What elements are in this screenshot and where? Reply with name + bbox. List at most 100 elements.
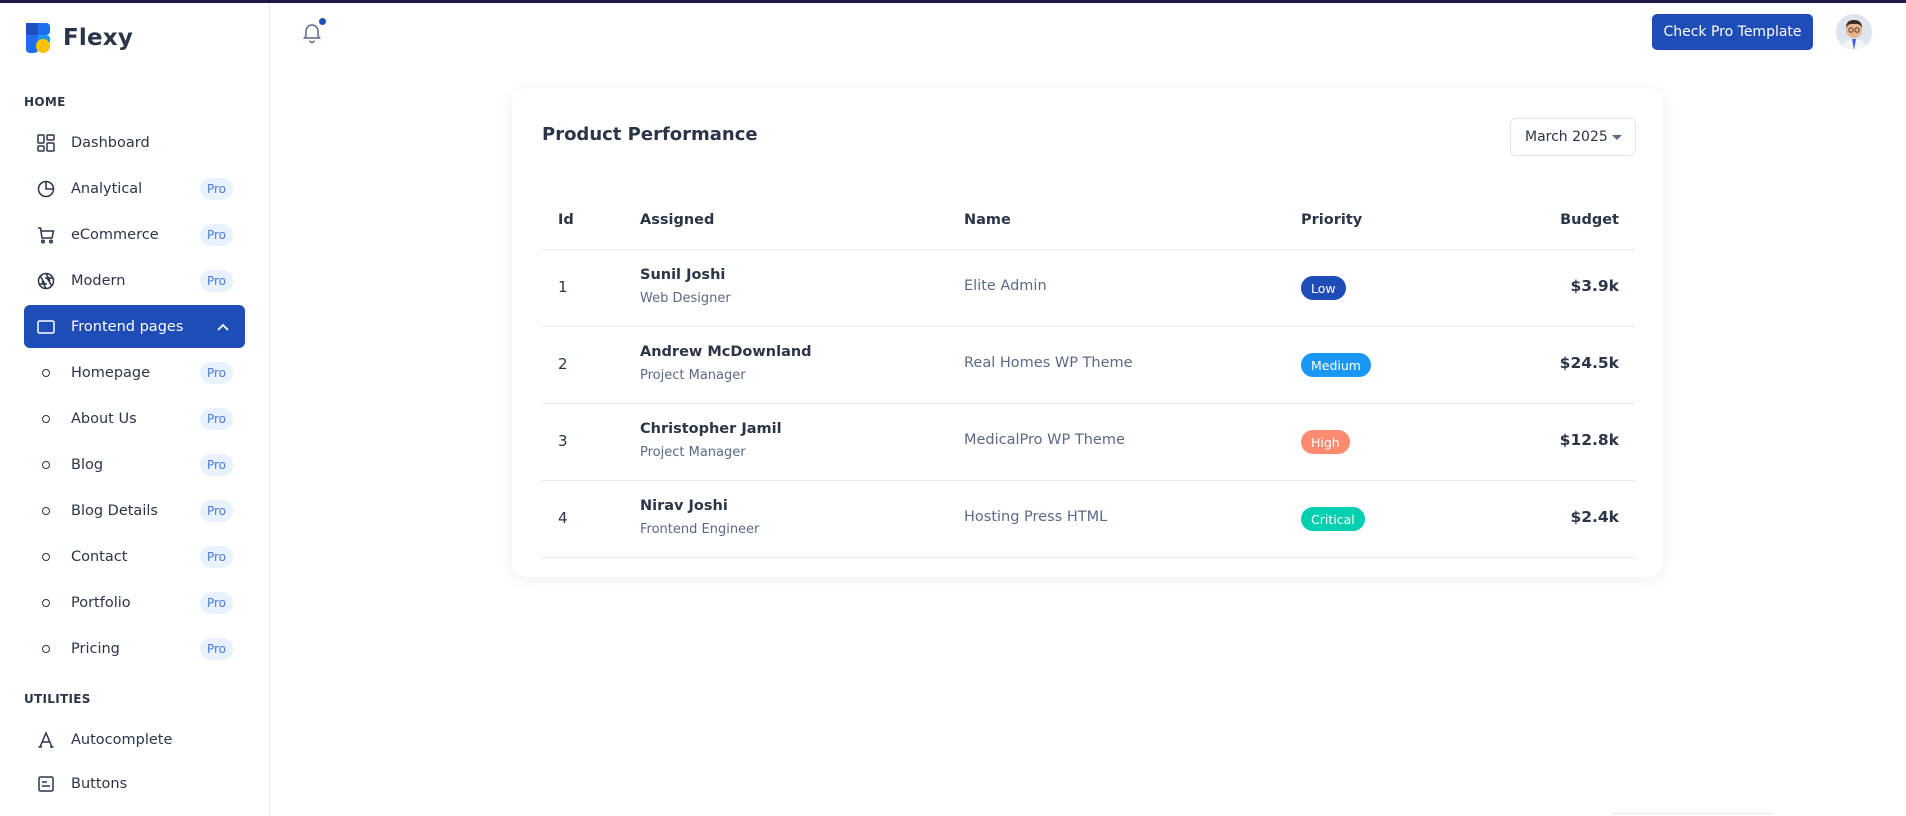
notification-dot bbox=[319, 18, 326, 25]
priority-badge: Medium bbox=[1301, 353, 1371, 377]
pro-badge: Pro bbox=[199, 407, 233, 430]
row-id: 1 bbox=[558, 278, 568, 296]
pro-badge: Pro bbox=[199, 499, 233, 522]
assignee-role: Web Designer bbox=[640, 291, 731, 306]
assignee-name: Nirav Joshi bbox=[640, 498, 728, 514]
assignee-name: Sunil Joshi bbox=[640, 267, 726, 283]
pro-badge: Pro bbox=[199, 591, 233, 614]
dashboard-icon bbox=[36, 133, 56, 153]
pro-badge: Pro bbox=[199, 177, 233, 200]
sidebar-item-label: Frontend pages bbox=[71, 318, 184, 335]
table-row: 1 Sunil Joshi Web Designer Elite Admin L… bbox=[542, 250, 1635, 327]
priority-badge: High bbox=[1301, 430, 1350, 454]
top-border bbox=[0, 0, 1906, 3]
sidebar-item-label: Blog Details bbox=[71, 502, 158, 519]
sidebar-item-ecommerce[interactable]: eCommerce Pro bbox=[24, 213, 245, 256]
month-select-value: March 2025 bbox=[1525, 129, 1608, 145]
circle-dot-icon bbox=[42, 506, 50, 515]
row-id: 3 bbox=[558, 432, 568, 450]
budget-value: $2.4k bbox=[1570, 508, 1619, 526]
aperture-icon bbox=[36, 271, 56, 291]
pro-badge: Pro bbox=[199, 637, 233, 660]
sidebar-item-pricing[interactable]: Pricing Pro bbox=[24, 627, 245, 670]
card-title: Product Performance bbox=[542, 124, 758, 145]
pro-badge: Pro bbox=[199, 545, 233, 568]
app-window-icon bbox=[36, 317, 56, 337]
caret-down-icon bbox=[1612, 135, 1622, 140]
sidebar-item-label: Dashboard bbox=[71, 134, 150, 151]
check-pro-template-button[interactable]: Check Pro Template bbox=[1652, 14, 1813, 50]
sidebar-item-analytical[interactable]: Analytical Pro bbox=[24, 167, 245, 210]
product-name: MedicalPro WP Theme bbox=[964, 432, 1125, 448]
circle-dot-icon bbox=[42, 552, 50, 561]
pro-badge: Pro bbox=[199, 453, 233, 476]
assignee-role: Frontend Engineer bbox=[640, 522, 760, 537]
month-select[interactable]: March 2025 bbox=[1510, 118, 1636, 156]
assignee-role: Project Manager bbox=[640, 445, 746, 460]
row-id: 4 bbox=[558, 509, 568, 527]
sidebar-item-label: Blog bbox=[71, 456, 104, 473]
sidebar-item-homepage[interactable]: Homepage Pro bbox=[24, 351, 245, 394]
table-header: Id Assigned Name Priority Budget bbox=[542, 212, 1635, 250]
column-header-name: Name bbox=[964, 212, 1011, 228]
circle-dot-icon bbox=[42, 414, 50, 423]
table-row: 2 Andrew McDownland Project Manager Real… bbox=[542, 327, 1635, 404]
circle-dot-icon bbox=[42, 368, 50, 377]
column-header-priority: Priority bbox=[1301, 212, 1363, 228]
pro-badge: Pro bbox=[199, 361, 233, 384]
sidebar-item-blog[interactable]: Blog Pro bbox=[24, 443, 245, 486]
chevron-up-icon[interactable] bbox=[217, 323, 229, 331]
pro-badge: Pro bbox=[199, 269, 233, 292]
sidebar: Flexy HOME Dashboard Analytical Pro eCom… bbox=[0, 3, 270, 816]
product-name: Real Homes WP Theme bbox=[964, 355, 1133, 371]
row-id: 2 bbox=[558, 355, 568, 373]
budget-value: $24.5k bbox=[1559, 354, 1619, 372]
section-title-utilities: UTILITIES bbox=[24, 692, 91, 706]
table-row: 4 Nirav Joshi Frontend Engineer Hosting … bbox=[542, 481, 1635, 558]
shopping-cart-icon bbox=[36, 225, 56, 245]
circle-dot-icon bbox=[42, 644, 50, 653]
pro-badge: Pro bbox=[199, 223, 233, 246]
product-performance-card: Product Performance March 2025 Id Assign… bbox=[512, 88, 1663, 577]
pie-chart-icon bbox=[36, 179, 56, 199]
assignee-name: Christopher Jamil bbox=[640, 421, 782, 437]
column-header-assigned: Assigned bbox=[640, 212, 715, 228]
sidebar-item-autocomplete[interactable]: Autocomplete bbox=[24, 718, 245, 761]
priority-badge: Low bbox=[1301, 276, 1346, 300]
sidebar-item-portfolio[interactable]: Portfolio Pro bbox=[24, 581, 245, 624]
sidebar-item-label: Contact bbox=[71, 548, 128, 565]
sidebar-item-contact[interactable]: Contact Pro bbox=[24, 535, 245, 578]
circle-dot-icon bbox=[42, 460, 50, 469]
sidebar-item-label: eCommerce bbox=[71, 226, 159, 243]
product-name: Elite Admin bbox=[964, 278, 1047, 294]
sidebar-item-label: Pricing bbox=[71, 640, 120, 657]
budget-value: $3.9k bbox=[1570, 277, 1619, 295]
sidebar-item-label: About Us bbox=[71, 410, 137, 427]
logo[interactable]: Flexy bbox=[24, 21, 133, 55]
section-title-home: HOME bbox=[24, 95, 66, 109]
table-row: 3 Christopher Jamil Project Manager Medi… bbox=[542, 404, 1635, 481]
sidebar-item-modern[interactable]: Modern Pro bbox=[24, 259, 245, 302]
avatar[interactable] bbox=[1836, 14, 1872, 50]
circle-dot-icon bbox=[42, 598, 50, 607]
column-header-id: Id bbox=[558, 212, 574, 228]
product-name: Hosting Press HTML bbox=[964, 509, 1108, 525]
column-header-budget: Budget bbox=[1560, 212, 1619, 228]
sidebar-item-label: Portfolio bbox=[71, 594, 131, 611]
sidebar-item-label: Autocomplete bbox=[71, 731, 173, 748]
sidebar-item-label: Homepage bbox=[71, 364, 151, 381]
flexy-logo-icon bbox=[24, 21, 52, 55]
sidebar-item-about-us[interactable]: About Us Pro bbox=[24, 397, 245, 440]
sidebar-item-dashboard[interactable]: Dashboard bbox=[24, 121, 245, 164]
sidebar-item-frontend-pages[interactable]: Frontend pages bbox=[24, 305, 245, 348]
sidebar-item-label: Analytical bbox=[71, 180, 143, 197]
sidebar-item-label: Modern bbox=[71, 272, 126, 289]
budget-value: $12.8k bbox=[1559, 431, 1619, 449]
priority-badge: Critical bbox=[1301, 507, 1365, 531]
sidebar-item-buttons[interactable]: Buttons bbox=[24, 762, 245, 805]
button-icon bbox=[36, 774, 56, 794]
assignee-role: Project Manager bbox=[640, 368, 746, 383]
typography-icon bbox=[36, 730, 56, 750]
sidebar-item-label: Buttons bbox=[71, 775, 128, 792]
sidebar-item-blog-details[interactable]: Blog Details Pro bbox=[24, 489, 245, 532]
